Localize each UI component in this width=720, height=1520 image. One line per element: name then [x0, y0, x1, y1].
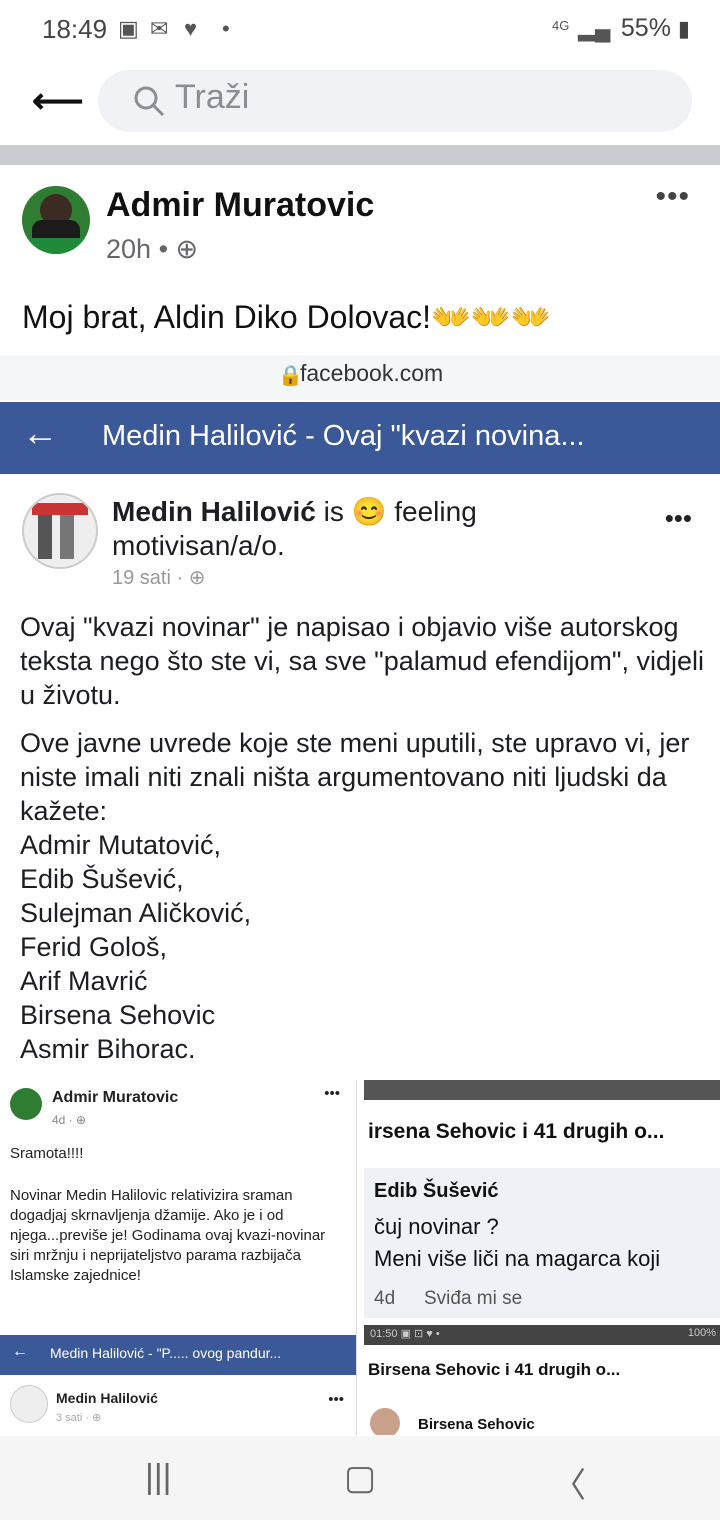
avatar	[10, 1088, 42, 1120]
left-time: 4d · ⊕	[52, 1113, 87, 1127]
more-options-icon[interactable]: •••	[655, 180, 690, 214]
url-row: 🔒 facebook.com	[0, 355, 720, 400]
right-commenter2: Birsena Sehovic	[418, 1416, 535, 1433]
battery-level: 55% ▮	[620, 14, 690, 42]
globe-icon: ⊕	[175, 234, 199, 264]
more-options-icon: •••	[328, 1391, 344, 1408]
search-placeholder: Traži	[175, 78, 250, 116]
post-meta: 20h • ⊕	[106, 234, 199, 264]
list-item: Sulejman Aličković,	[20, 898, 252, 928]
network-label: 4G	[552, 18, 570, 33]
paragraph: Ove javne uvrede koje ste meni uputili, …	[20, 728, 690, 826]
avatar	[10, 1385, 48, 1423]
left-time2: 3 sati · ⊕	[56, 1412, 102, 1424]
right-commenter: Edib Šušević	[374, 1180, 499, 1202]
signal-icon: ▂▄	[578, 16, 611, 41]
embedded-time: 19 sati · ⊕	[112, 567, 206, 589]
right-like: Sviđa mi se	[424, 1288, 523, 1309]
left-author2: Medin Halilović	[56, 1390, 158, 1406]
embedded-post-body: Ovaj "kvazi novinar" je napisao i objavi…	[20, 610, 710, 1066]
status-time: 01:50 ▣ ⊡ ♥ •	[370, 1328, 440, 1340]
right-comment1: čuj novinar ?	[374, 1214, 499, 1239]
right-age: 4d	[374, 1288, 396, 1309]
mail-icon: ✉	[150, 16, 169, 41]
status-time: 18:49	[42, 14, 108, 44]
right-header: irsena Sehovic i 41 drugih o...	[368, 1120, 665, 1143]
search-icon	[134, 86, 165, 117]
shared-screenshot: 🔒 facebook.com ← Medin Halilović - Ovaj …	[0, 355, 720, 1435]
status-bar: 18:49 ▣ ✉ ♥ • 4G ▂▄ 55% ▮	[0, 0, 720, 58]
right-header2: Birsena Sehovic i 41 drugih o...	[368, 1360, 621, 1379]
home-icon[interactable]: ▢	[344, 1458, 376, 1498]
url-text: facebook.com	[300, 360, 444, 386]
back-arrow-icon[interactable]: ⟵	[32, 80, 84, 122]
post-author[interactable]: Admir Muratovic	[106, 186, 374, 225]
names-list: Admir Mutatović, Edib Šušević, Sulejman …	[20, 828, 710, 1066]
list-item: Edib Šušević,	[20, 864, 184, 894]
embedded-author: Medin Halilović	[112, 496, 316, 527]
twitter-icon: ♥	[184, 16, 198, 41]
list-item: Birsena Sehovic	[20, 1000, 216, 1030]
embedded-title: Medin Halilović - Ovaj "kvazi novina...	[102, 420, 585, 452]
embedded-post-header: Medin Halilović is 😊 feeling motivisan/a…	[112, 495, 492, 563]
right-comment2: Meni više liči na magarca koji	[374, 1246, 661, 1271]
divider	[0, 145, 720, 165]
more-options-icon: •••	[664, 503, 692, 533]
recent-apps-icon[interactable]: |||	[145, 1458, 172, 1497]
status-strip: 01:50 ▣ ⊡ ♥ • 100%	[364, 1325, 720, 1345]
status-strip	[364, 1080, 720, 1100]
avatar[interactable]	[22, 186, 90, 254]
more-options-icon: •••	[324, 1085, 340, 1102]
paragraph: Ovaj "kvazi novinar" je napisao i objavi…	[20, 612, 705, 710]
left-bluebar: ← Medin Halilović - "P..... ovog pandur.…	[0, 1335, 356, 1375]
list-item: Asmir Bihorac.	[20, 1034, 196, 1064]
avatar	[22, 493, 98, 569]
left-author: Admir Muratovic	[52, 1089, 179, 1106]
list-item: Arif Mavrić	[20, 966, 148, 996]
left-bar-title: Medin Halilović - "P..... ovog pandur...	[50, 1345, 282, 1361]
list-item: Ferid Gološ,	[20, 932, 168, 962]
image-icon: ▣	[118, 16, 139, 41]
list-item: Admir Mutatović,	[20, 830, 222, 860]
post-text: Moj brat, Aldin Diko Dolovac!👐👐👐	[22, 299, 551, 335]
dot-icon: •	[222, 16, 230, 41]
avatar	[370, 1408, 400, 1435]
battery-level: 100%	[687, 1327, 716, 1339]
left-text: Novinar Medin Halilovic relativizira sra…	[10, 1187, 326, 1284]
back-arrow-icon: ←	[12, 1343, 28, 1360]
left-screenshot: Admir Muratovic 4d · ⊕ ••• Sramota!!!! N…	[0, 1080, 357, 1435]
back-arrow-icon: ←	[22, 412, 58, 453]
right-screenshot: irsena Sehovic i 41 drugih o... Edib Šuš…	[364, 1080, 720, 1435]
embedded-header-bar: ← Medin Halilović - Ovaj "kvazi novina..…	[0, 402, 720, 474]
left-line1: Sramota!!!!	[10, 1145, 84, 1162]
back-icon[interactable]: 〈	[552, 1458, 586, 1507]
